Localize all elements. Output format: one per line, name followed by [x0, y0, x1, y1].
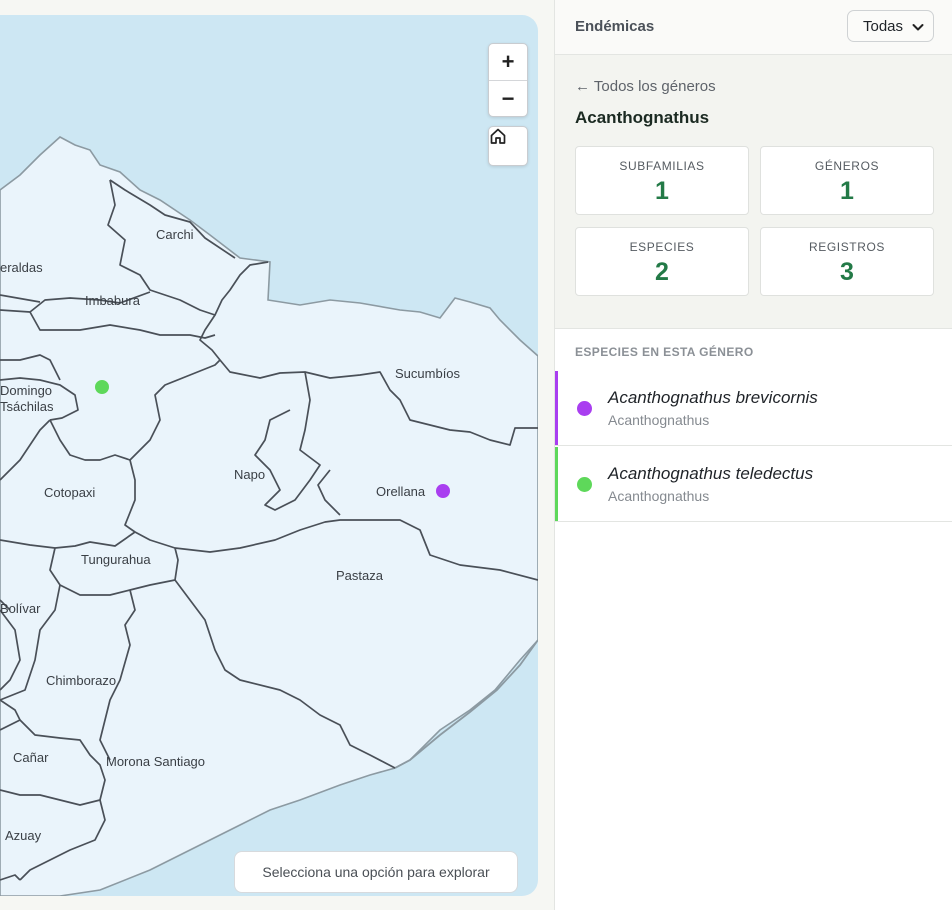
map-point-teledectus[interactable]	[95, 380, 109, 394]
stat-card-registros: REGISTROS 3	[760, 227, 934, 296]
species-genus: Acanthognathus	[608, 412, 710, 428]
genus-detail: ← Todos los géneros Acanthognathus SUBFA…	[555, 55, 952, 329]
sidebar: Endémicas Todas ← Todos los géneros Acan…	[554, 0, 952, 910]
map-label-canar: Cañar	[13, 750, 49, 765]
home-icon	[490, 128, 506, 144]
species-color-dot	[577, 401, 592, 416]
stat-value: 3	[840, 258, 854, 286]
map-hint: Selecciona una opción para explorar	[234, 851, 518, 893]
map-canvas[interactable]: eraldas Carchi Imbabura Sucumbíos Doming…	[0, 15, 538, 896]
species-genus: Acanthognathus	[608, 488, 710, 504]
genus-title: Acanthognathus	[575, 108, 710, 127]
back-to-genera-link[interactable]: ← Todos los géneros	[575, 78, 716, 95]
stat-card-subfamilias: SUBFAMILIAS 1	[575, 146, 749, 215]
map-label-imbabura: Imbabura	[85, 293, 141, 308]
species-name: Acanthognathus brevicornis	[608, 388, 818, 407]
map-label-napo: Napo	[234, 467, 265, 482]
stat-card-generos: GÉNEROS 1	[760, 146, 934, 215]
species-section-title: ESPECIES EN ESTA GÉNERO	[575, 345, 754, 359]
map-point-brevicornis[interactable]	[436, 484, 450, 498]
map-label-morona-santiago: Morona Santiago	[106, 754, 205, 769]
zoom-control: + −	[488, 43, 528, 117]
species-color-bar	[555, 447, 558, 521]
stat-card-especies: ESPECIES 2	[575, 227, 749, 296]
map-label-sucumbios: Sucumbíos	[395, 366, 461, 381]
map-label-santo-domingo: Domingo	[0, 383, 52, 398]
stat-value: 1	[655, 177, 669, 205]
stat-value: 1	[840, 177, 854, 205]
endemic-filter-select[interactable]: Todas	[847, 10, 934, 42]
stat-label: ESPECIES	[629, 240, 695, 254]
map-label-chimborazo: Chimborazo	[46, 673, 116, 688]
map-label-carchi: Carchi	[156, 227, 194, 242]
ecuador-land	[0, 136, 538, 896]
map-label-esmeraldas: eraldas	[0, 260, 43, 275]
species-name: Acanthognathus teledectus	[608, 464, 814, 483]
map-label-cotopaxi: Cotopaxi	[44, 485, 95, 500]
map-label-pastaza: Pastaza	[336, 568, 384, 583]
map-label-tungurahua: Tungurahua	[81, 552, 151, 567]
stat-label: GÉNEROS	[814, 159, 880, 173]
select-value: Todas	[863, 17, 904, 35]
chevron-down-icon	[912, 24, 924, 31]
endemic-filter-label: Endémicas	[575, 18, 655, 35]
species-item-brevicornis[interactable]: Acanthognathus brevicornis Acanthognathu…	[555, 371, 952, 446]
map-label-tsachilas: Tsáchilas	[0, 399, 54, 414]
map-label-azuay: Azuay	[5, 828, 42, 843]
map-panel[interactable]: eraldas Carchi Imbabura Sucumbíos Doming…	[0, 15, 538, 896]
map-label-bolivar: Bolívar	[0, 601, 41, 616]
zoom-out-button[interactable]: −	[489, 80, 527, 116]
species-color-bar	[555, 371, 558, 445]
home-button[interactable]	[488, 126, 528, 166]
stat-value: 2	[655, 258, 669, 286]
zoom-in-button[interactable]: +	[489, 44, 527, 80]
sidebar-header: Endémicas Todas	[555, 0, 952, 55]
species-color-dot	[577, 477, 592, 492]
map-label-orellana: Orellana	[376, 484, 426, 499]
stat-label: SUBFAMILIAS	[619, 159, 705, 173]
species-item-teledectus[interactable]: Acanthognathus teledectus Acanthognathus	[555, 447, 952, 522]
stat-label: REGISTROS	[808, 240, 886, 254]
